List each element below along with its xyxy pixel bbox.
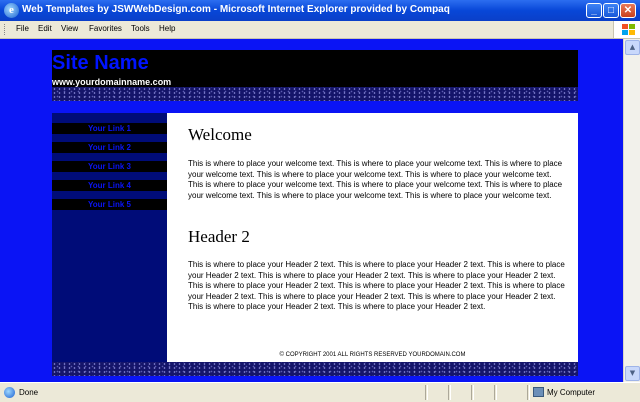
status-separator: [448, 385, 451, 400]
page-status-icon: [4, 387, 15, 398]
minimize-button[interactable]: _: [586, 3, 602, 18]
nav-link-2[interactable]: Your Link 2: [52, 142, 167, 153]
nav-link-5[interactable]: Your Link 5: [52, 199, 167, 210]
nav-link-4[interactable]: Your Link 4: [52, 180, 167, 191]
maximize-button[interactable]: □: [603, 3, 619, 18]
internet-explorer-icon: e: [4, 3, 19, 18]
header2-heading: Header 2: [188, 227, 250, 246]
scroll-up-button[interactable]: ▲: [625, 40, 640, 55]
windows-logo-icon: [613, 21, 640, 38]
scroll-down-button[interactable]: ▼: [625, 366, 640, 381]
status-separator: [527, 385, 530, 400]
status-bar: Done My Computer: [0, 382, 640, 402]
computer-icon: [533, 387, 544, 397]
menu-view[interactable]: View: [61, 24, 78, 33]
copyright-text: © COPYRIGHT 2001 ALL RIGHTS RESERVED YOU…: [279, 352, 466, 358]
nav-link-1[interactable]: Your Link 1: [52, 123, 167, 134]
decorative-band-bottom: [52, 362, 578, 376]
window-title: Web Templates by JSWWebDesign.com - Micr…: [22, 4, 450, 15]
decorative-band-top: [52, 87, 578, 101]
vertical-scrollbar[interactable]: ▲ ▼: [623, 39, 640, 382]
status-separator: [471, 385, 474, 400]
status-text: Done: [19, 388, 39, 397]
window-title-bar[interactable]: e Web Templates by JSWWebDesign.com - Mi…: [0, 0, 640, 21]
status-separator: [494, 385, 497, 400]
close-button[interactable]: ✕: [620, 3, 636, 18]
site-header: Site Name www.yourdomainname.com: [52, 50, 578, 87]
site-name[interactable]: Site Name: [52, 52, 149, 75]
main-content: Welcome This is where to place your welc…: [167, 113, 578, 362]
menu-favorites[interactable]: Favorites: [89, 24, 122, 33]
sidebar-nav: Your Link 1 Your Link 2 Your Link 3 Your…: [52, 113, 167, 362]
security-zone-text: My Computer: [547, 388, 596, 397]
menu-edit[interactable]: Edit: [38, 24, 52, 33]
menu-help[interactable]: Help: [159, 24, 175, 33]
welcome-heading: Welcome: [188, 125, 252, 144]
toolbar-grip[interactable]: [4, 24, 7, 35]
menu-tools[interactable]: Tools: [131, 24, 150, 33]
welcome-text: This is where to place your welcome text…: [188, 159, 563, 200]
menu-file[interactable]: File: [16, 24, 29, 33]
status-separator: [425, 385, 428, 400]
nav-link-3[interactable]: Your Link 3: [52, 161, 167, 172]
menu-bar: File Edit View Favorites Tools Help: [0, 21, 640, 39]
site-url: www.yourdomainname.com: [52, 77, 172, 87]
header2-text: This is where to place your Header 2 tex…: [188, 260, 565, 311]
